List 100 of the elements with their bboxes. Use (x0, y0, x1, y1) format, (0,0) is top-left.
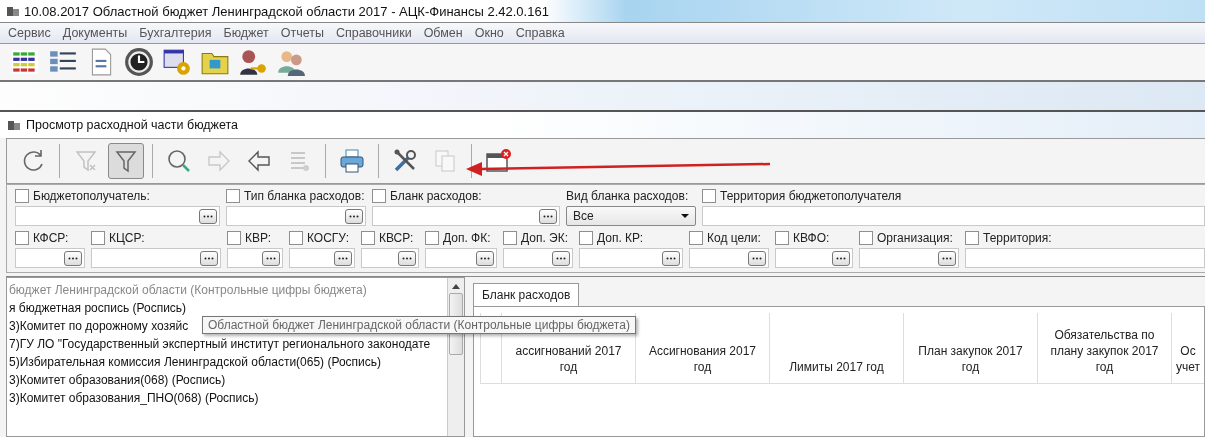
ellipsis-icon (556, 256, 566, 260)
browse-button[interactable] (552, 250, 570, 266)
checkbox[interactable] (425, 231, 439, 245)
menu-item[interactable]: Бухгалтерия (139, 26, 212, 40)
printer-icon (338, 147, 366, 175)
browse-button[interactable] (200, 250, 218, 266)
checkbox[interactable] (15, 189, 29, 203)
menu-item[interactable]: Сервис (8, 26, 51, 40)
browse-button[interactable] (398, 250, 416, 266)
input-field[interactable] (227, 248, 283, 268)
checkbox[interactable] (775, 231, 789, 245)
checkbox[interactable] (579, 231, 593, 245)
checkbox[interactable] (226, 189, 240, 203)
tab[interactable]: Бланк расходов (472, 283, 580, 306)
menu-item[interactable]: Бюджет (223, 26, 269, 40)
column-header: Обязательства по плану закупок 2017 год (1036, 313, 1171, 383)
input-field[interactable] (91, 248, 221, 268)
clock-icon (124, 47, 154, 77)
window-gear-icon (162, 47, 192, 77)
browse-button[interactable] (262, 250, 280, 266)
ellipsis-icon (204, 256, 214, 260)
field-label: Тип бланка расходов: (244, 189, 365, 203)
app-icon (6, 4, 20, 18)
browse-button[interactable] (832, 250, 850, 266)
checkbox[interactable] (965, 231, 979, 245)
window-title: 10.08.2017 Областной бюджет Ленинградской области 2017 - АЦК-Финансы 2.42.0.161 (24, 3, 549, 19)
input-field[interactable] (361, 248, 419, 268)
people-key-icon (238, 47, 268, 77)
input-field[interactable] (579, 248, 683, 268)
ellipsis-icon (836, 256, 846, 260)
input-field[interactable] (859, 248, 959, 268)
menu-item[interactable]: Обмен (423, 26, 463, 40)
browse-button[interactable] (938, 250, 956, 266)
input-field[interactable] (689, 248, 769, 268)
column-header: План закупок 2017 год (902, 313, 1037, 383)
menu-item[interactable]: Документы (62, 26, 128, 40)
field-label: Территория бюджетополучателя (720, 189, 902, 203)
tree-item[interactable]: 7)ГУ ЛО "Государственный экспертный институт регионального законодате (7, 335, 447, 353)
ellipsis-icon (402, 256, 412, 260)
browse-button[interactable] (199, 208, 217, 224)
tree-item[interactable]: 3)Комитет образования_ПНО(068) (Роспись) (7, 389, 447, 407)
checkbox[interactable] (15, 231, 29, 245)
ellipsis-icon (942, 256, 952, 260)
field-label: Доп. ЭК: (521, 231, 569, 245)
browse-button[interactable] (748, 250, 766, 266)
checkbox[interactable] (361, 231, 375, 245)
checkbox[interactable] (702, 189, 716, 203)
ellipsis-icon (480, 256, 490, 260)
tree-item[interactable]: я бюджетная роспись (Роспись) (7, 299, 447, 317)
ellipsis-icon (203, 214, 213, 218)
field-label: Организация: (877, 231, 953, 245)
app-icon (6, 118, 22, 132)
input-field[interactable] (702, 206, 1205, 226)
window-close-icon (484, 147, 512, 175)
field-label: Доп. КР: (597, 231, 644, 245)
tooltip: Областной бюджет Ленинградской области (Контрольные цифры бюджета) (202, 316, 636, 334)
dropdown[interactable]: Все (566, 206, 696, 226)
scroll-up-icon (451, 284, 460, 289)
menu-item[interactable]: Справка (515, 26, 565, 40)
checkbox[interactable] (859, 231, 873, 245)
field-label: Код цели: (707, 231, 761, 245)
tree-item[interactable]: бюджет Ленинградской области (Контрольные цифры бюджета) (7, 281, 447, 299)
field-label: КОСГУ: (307, 231, 350, 245)
browse-button[interactable] (345, 208, 363, 224)
column-header: Лимиты 2017 год (768, 313, 903, 383)
checkbox[interactable] (503, 231, 517, 245)
column-header: Ос учет (1170, 313, 1204, 383)
browse-button[interactable] (64, 250, 82, 266)
checkbox[interactable] (289, 231, 303, 245)
checkbox[interactable] (689, 231, 703, 245)
tree-item[interactable]: 5)Избирательная комиссия Ленинградской области(065) (Роспись) (7, 353, 447, 371)
field-label: КЦСР: (109, 231, 145, 245)
field-label: Бюджетополучатель: (33, 189, 150, 203)
checkbox[interactable] (227, 231, 241, 245)
menu-item[interactable]: Справочники (335, 26, 412, 40)
browse-button[interactable] (539, 208, 557, 224)
input-field[interactable] (226, 206, 366, 226)
toolbar-button[interactable] (108, 143, 144, 179)
browse-button[interactable] (476, 250, 494, 266)
tree-item[interactable]: 3)Комитет образования(068) (Роспись) (7, 371, 447, 389)
input-field[interactable] (965, 248, 1205, 268)
input-field[interactable] (15, 248, 85, 268)
input-field[interactable] (503, 248, 573, 268)
checkbox[interactable] (372, 189, 386, 203)
input-field[interactable] (289, 248, 355, 268)
input-field[interactable] (15, 206, 220, 226)
browse-button[interactable] (334, 250, 352, 266)
browse-button[interactable] (662, 250, 680, 266)
menu-item[interactable]: Отчеты (280, 26, 324, 40)
checkbox[interactable] (91, 231, 105, 245)
input-field[interactable] (372, 206, 560, 226)
ellipsis-icon (266, 256, 276, 260)
input-field[interactable] (425, 248, 497, 268)
child-window-title: Просмотр расходной части бюджета (26, 118, 238, 132)
field-label: КФСР: (33, 231, 69, 245)
field-label: Доп. ФК: (443, 231, 491, 245)
ellipsis-icon (338, 256, 348, 260)
menu-item[interactable]: Окно (474, 26, 504, 40)
input-field[interactable] (775, 248, 853, 268)
field-label: Вид бланка расходов: (566, 189, 689, 203)
